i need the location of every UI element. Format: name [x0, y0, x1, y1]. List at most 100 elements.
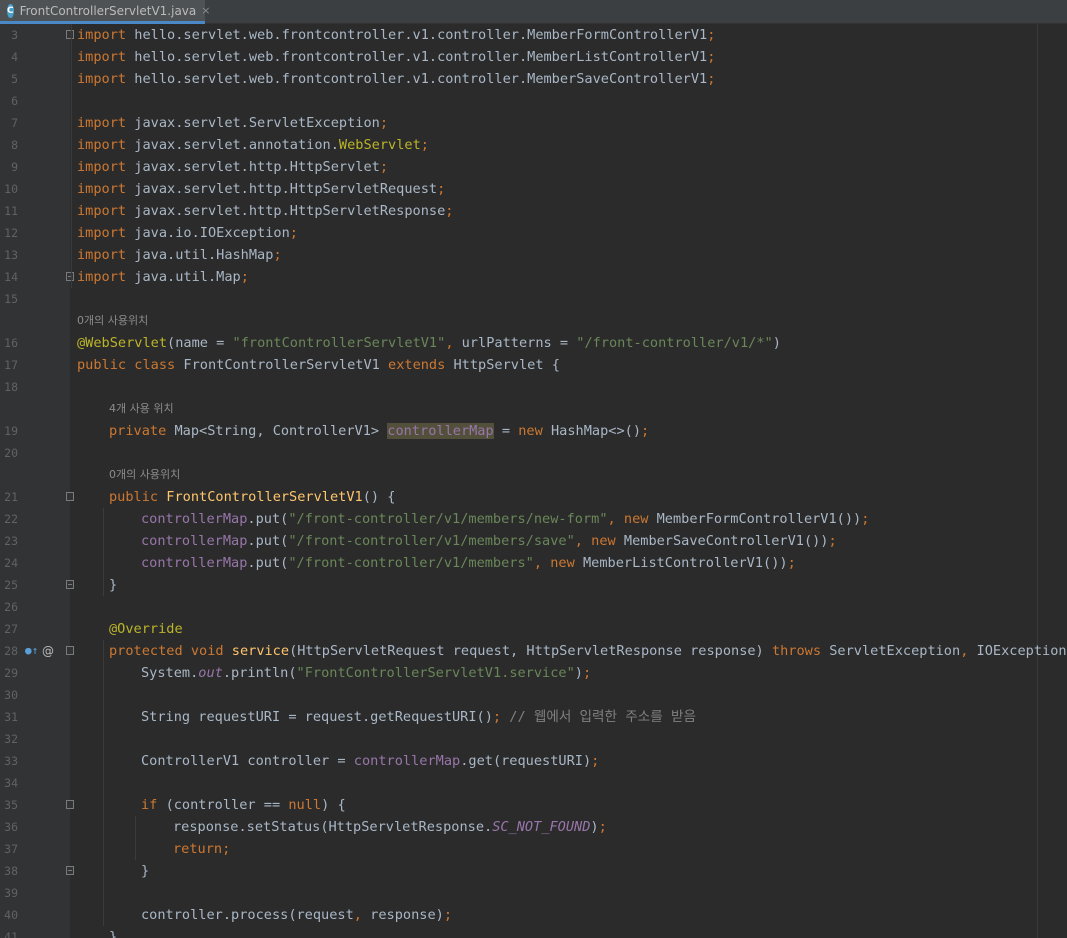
- code-text[interactable]: import javax.servlet.http.HttpServlet;: [77, 156, 388, 178]
- code-line[interactable]: 4 import hello.servlet.web.frontcontrolle…: [0, 46, 1067, 68]
- code-text[interactable]: if (controller == null) {: [141, 794, 346, 816]
- code-text[interactable]: public FrontControllerServletV1() {: [109, 486, 395, 508]
- override-at-icon[interactable]: @: [42, 640, 54, 662]
- code-text[interactable]: return;: [173, 838, 230, 860]
- usage-hint[interactable]: 4개 사용 위치: [0, 398, 1067, 420]
- code-line[interactable]: 7 import javax.servlet.ServletException;: [0, 112, 1067, 134]
- code-line[interactable]: 11 import javax.servlet.http.HttpServletR…: [0, 200, 1067, 222]
- code-line[interactable]: 17 public class FrontControllerServletV1 …: [0, 354, 1067, 376]
- fold-close-icon[interactable]: [66, 272, 74, 281]
- code-text[interactable]: import java.util.Map;: [77, 266, 249, 288]
- editor-tab-frontcontrollerservletv1[interactable]: C FrontControllerServletV1.java ×: [0, 0, 210, 24]
- code-token: import: [77, 137, 127, 153]
- code-line[interactable]: 22 controllerMap.put("/front-controller/v…: [0, 508, 1067, 530]
- code-line[interactable]: 40 controller.process(request, response);: [0, 904, 1067, 926]
- implementation-marker-icon[interactable]: ●↑: [25, 640, 38, 662]
- code-text[interactable]: }: [109, 926, 117, 938]
- code-line[interactable]: 35 if (controller == null) {: [0, 794, 1067, 816]
- code-line[interactable]: 21 public FrontControllerServletV1() {: [0, 486, 1067, 508]
- fold-close-icon[interactable]: [66, 580, 74, 589]
- code-text[interactable]: import java.io.IOException;: [77, 222, 298, 244]
- fold-close-icon[interactable]: [66, 866, 74, 875]
- code-line[interactable]: 26: [0, 596, 1067, 618]
- line-number: 13: [4, 248, 18, 262]
- code-line[interactable]: 39: [0, 882, 1067, 904]
- code-line[interactable]: 36 response.setStatus(HttpServletResponse…: [0, 816, 1067, 838]
- code-text[interactable]: }: [141, 860, 149, 882]
- code-line[interactable]: 12 import java.io.IOException;: [0, 222, 1067, 244]
- code-text[interactable]: import javax.servlet.annotation.WebServl…: [77, 134, 429, 156]
- close-icon[interactable]: ×: [201, 4, 210, 17]
- usage-hint[interactable]: 0개의 사용위치: [0, 310, 1067, 332]
- code-line[interactable]: 16 @WebServlet(name = "frontControllerSer…: [0, 332, 1067, 354]
- code-text[interactable]: @WebServlet(name = "frontControllerServl…: [77, 332, 781, 354]
- code-text[interactable]: ControllerV1 controller = controllerMap.…: [141, 750, 599, 772]
- code-line[interactable]: 8 import javax.servlet.annotation.WebServ…: [0, 134, 1067, 156]
- fold-open-icon[interactable]: [66, 646, 74, 655]
- code-token: extends: [388, 357, 454, 373]
- code-text[interactable]: import javax.servlet.http.HttpServletReq…: [77, 178, 445, 200]
- code-text[interactable]: import java.util.HashMap;: [77, 244, 282, 266]
- code-line[interactable]: 33 ControllerV1 controller = controllerMa…: [0, 750, 1067, 772]
- code-editor[interactable]: 3 import hello.servlet.web.frontcontrolle…: [0, 24, 1067, 938]
- code-line[interactable]: 37 return;: [0, 838, 1067, 860]
- code-text[interactable]: @Override: [109, 618, 183, 640]
- code-token: HashMap<>(): [551, 423, 642, 439]
- code-line[interactable]: 20: [0, 442, 1067, 464]
- code-line[interactable]: 32: [0, 728, 1067, 750]
- code-token: javax.servlet.ServletException: [126, 115, 380, 131]
- code-text[interactable]: public class FrontControllerServletV1 ex…: [77, 354, 560, 376]
- usage-hint-label[interactable]: 4개 사용 위치: [109, 398, 174, 420]
- indent-guide: [103, 640, 104, 926]
- code-text[interactable]: import hello.servlet.web.frontcontroller…: [77, 46, 715, 68]
- code-text[interactable]: controllerMap.put("/front-controller/v1/…: [141, 530, 837, 552]
- code-line[interactable]: 3 import hello.servlet.web.frontcontrolle…: [0, 24, 1067, 46]
- code-text[interactable]: controllerMap.put("/front-controller/v1/…: [141, 508, 869, 530]
- code-token: ;: [492, 709, 502, 725]
- code-line[interactable]: 9 import javax.servlet.http.HttpServlet;: [0, 156, 1067, 178]
- code-text[interactable]: import hello.servlet.web.frontcontroller…: [77, 24, 715, 46]
- code-text[interactable]: }: [109, 574, 117, 596]
- usage-hint-label[interactable]: 0개의 사용위치: [77, 310, 148, 332]
- code-line[interactable]: 27 @Override: [0, 618, 1067, 640]
- code-line[interactable]: 10 import javax.servlet.http.HttpServletR…: [0, 178, 1067, 200]
- code-line[interactable]: 38}: [0, 860, 1067, 882]
- code-text[interactable]: System.out.println("FrontControllerServl…: [141, 662, 591, 684]
- usage-hint-label[interactable]: 0개의 사용위치: [109, 464, 180, 486]
- code-line[interactable]: 19 private Map<String, ControllerV1> cont…: [0, 420, 1067, 442]
- code-line[interactable]: 18: [0, 376, 1067, 398]
- code-text[interactable]: controller.process(request, response);: [141, 904, 452, 926]
- code-line[interactable]: 29 System.out.println("FrontControllerSer…: [0, 662, 1067, 684]
- code-line[interactable]: 5 import hello.servlet.web.frontcontrolle…: [0, 68, 1067, 90]
- line-number: 19: [4, 424, 18, 438]
- code-line[interactable]: 30: [0, 684, 1067, 706]
- code-text[interactable]: protected void service(HttpServletReques…: [109, 640, 1067, 662]
- code-text[interactable]: import hello.servlet.web.frontcontroller…: [77, 68, 715, 90]
- usage-hint[interactable]: 0개의 사용위치: [0, 464, 1067, 486]
- code-line[interactable]: 28 ●↑ @ protected void service(HttpServletR…: [0, 640, 1067, 662]
- code-line[interactable]: 24 controllerMap.put("/front-controller/v…: [0, 552, 1067, 574]
- code-line[interactable]: 23 controllerMap.put("/front-controller/v…: [0, 530, 1067, 552]
- code-line[interactable]: 6: [0, 90, 1067, 112]
- code-line[interactable]: 13 import java.util.HashMap;: [0, 244, 1067, 266]
- code-text[interactable]: import javax.servlet.ServletException;: [77, 112, 388, 134]
- fold-open-icon[interactable]: [66, 492, 74, 501]
- line-number: 27: [4, 622, 18, 636]
- code-line[interactable]: 34: [0, 772, 1067, 794]
- line-number: 12: [4, 226, 18, 240]
- code-line[interactable]: 31 String requestURI = request.getRequest…: [0, 706, 1067, 728]
- code-line[interactable]: 14 import java.util.Map;: [0, 266, 1067, 288]
- code-line[interactable]: 15: [0, 288, 1067, 310]
- code-token: ;: [861, 511, 870, 527]
- code-text[interactable]: controllerMap.put("/front-controller/v1/…: [141, 552, 796, 574]
- fold-open-icon[interactable]: [66, 30, 74, 39]
- code-text[interactable]: response.setStatus(HttpServletResponse.S…: [173, 816, 607, 838]
- code-text[interactable]: String requestURI = request.getRequestUR…: [141, 706, 696, 728]
- code-text[interactable]: private Map<String, ControllerV1> contro…: [109, 420, 649, 442]
- fold-open-icon[interactable]: [66, 800, 74, 809]
- code-line[interactable]: 25}: [0, 574, 1067, 596]
- code-token: ;: [582, 665, 592, 681]
- code-token: import: [77, 71, 127, 87]
- code-text[interactable]: import javax.servlet.http.HttpServletRes…: [77, 200, 453, 222]
- code-line[interactable]: 41}: [0, 926, 1067, 938]
